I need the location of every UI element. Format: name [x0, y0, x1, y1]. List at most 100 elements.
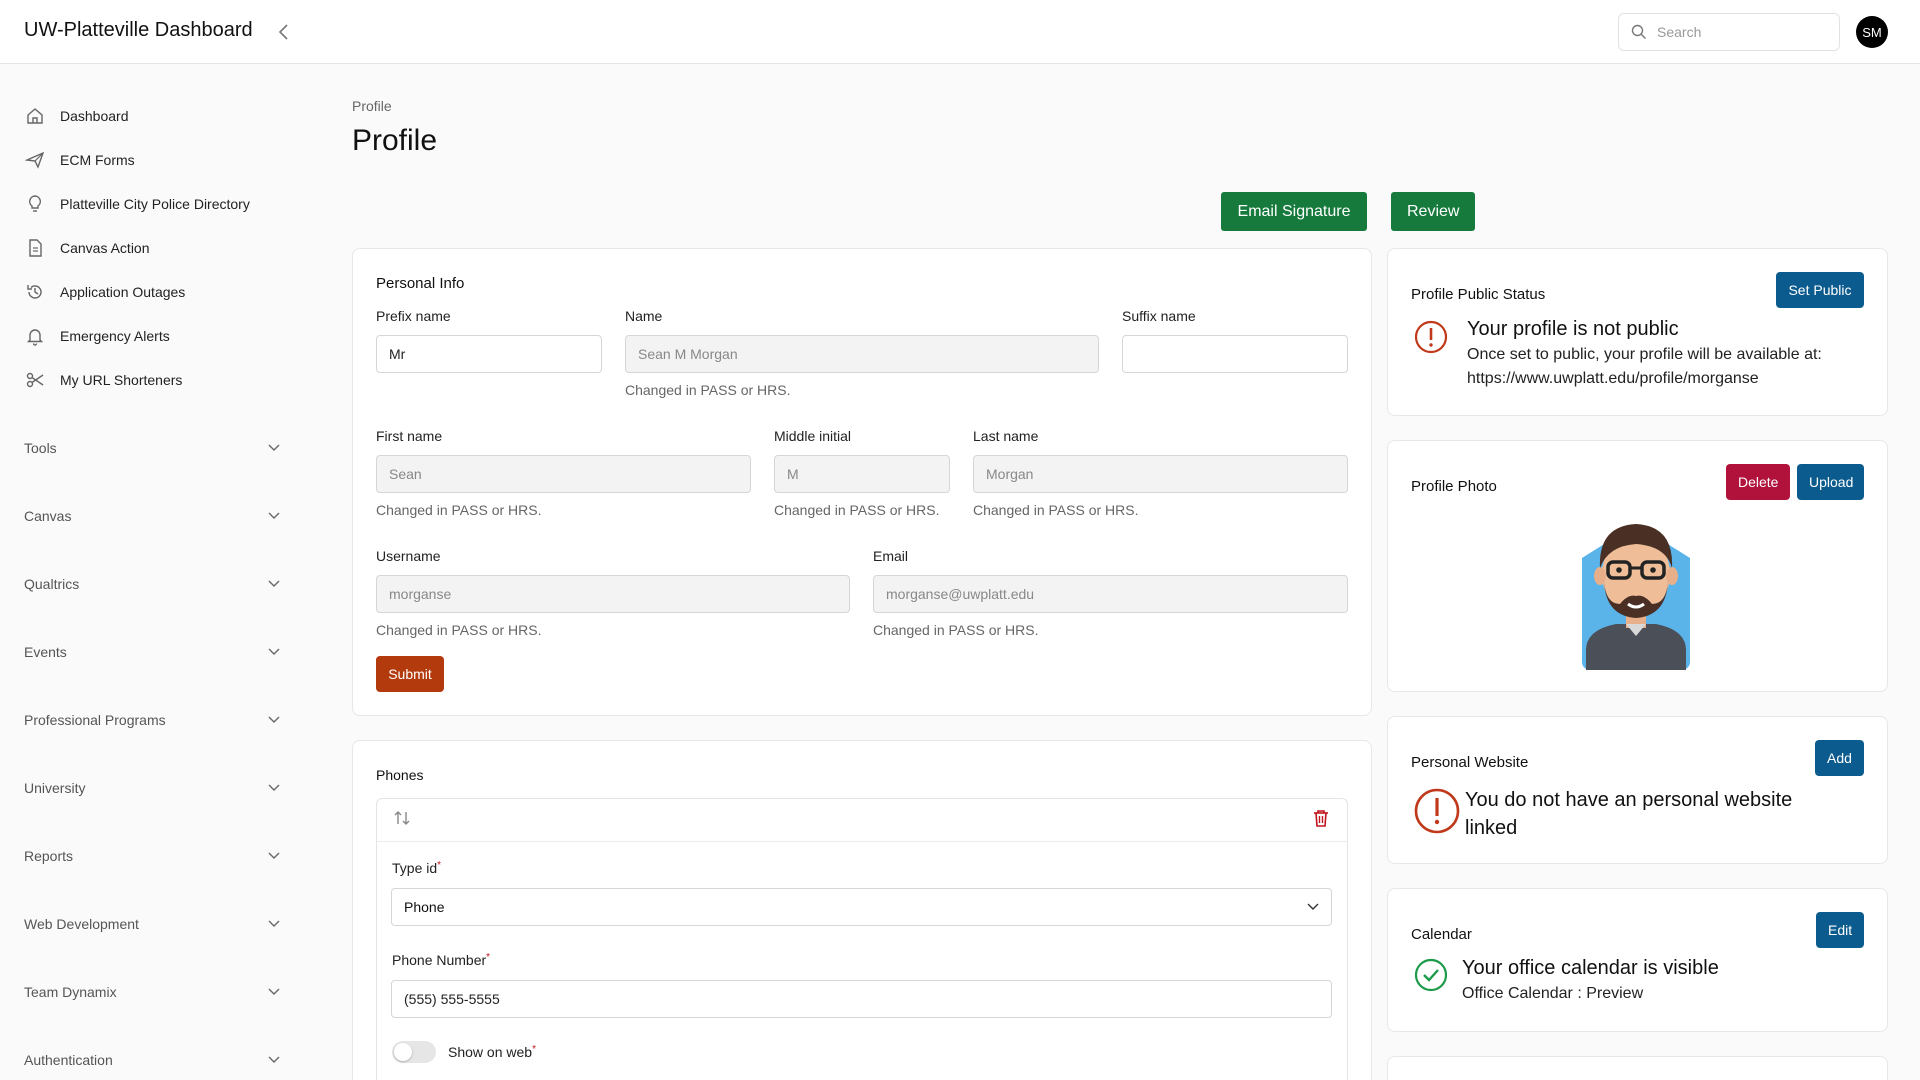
type-id-value: Phone	[404, 899, 445, 915]
email-helper: Changed in PASS or HRS.	[873, 622, 1039, 638]
sidebar-item-ecm-forms[interactable]: ECM Forms	[24, 146, 135, 174]
warning-icon	[1414, 320, 1448, 357]
warning-icon	[1414, 788, 1460, 837]
sidebar-group-events[interactable]: Events	[24, 637, 280, 667]
search-box[interactable]	[1618, 13, 1840, 51]
user-avatar[interactable]: SM	[1856, 16, 1888, 48]
sidebar-group-qualtrics[interactable]: Qualtrics	[24, 569, 280, 599]
personal-info-title: Personal Info	[376, 275, 465, 292]
personal-website-message-line: You do not have an personal website	[1465, 789, 1793, 811]
chevron-down-icon	[268, 512, 280, 519]
chevron-left-icon	[278, 24, 288, 40]
collapse-sidebar-button[interactable]	[272, 20, 296, 44]
search-icon	[1631, 24, 1646, 39]
required-marker: *	[486, 952, 491, 963]
edit-calendar-button[interactable]: Edit	[1816, 912, 1864, 948]
breadcrumb[interactable]: Profile	[352, 98, 392, 114]
search-input[interactable]	[1657, 24, 1817, 40]
suffix-input[interactable]	[1122, 335, 1348, 373]
chevron-down-icon	[268, 784, 280, 791]
name-input	[625, 335, 1099, 373]
public-status-message: Once set to public, your profile will be…	[1467, 346, 1822, 363]
public-profile-url[interactable]: https://www.uwplatt.edu/profile/morganse	[1467, 366, 1759, 392]
sidebar-item-label: ECM Forms	[60, 152, 135, 168]
phones-title: Phones	[376, 767, 424, 783]
required-marker: *	[437, 860, 442, 871]
profile-avatar-image	[1578, 512, 1694, 673]
sidebar-group-canvas[interactable]: Canvas	[24, 501, 280, 531]
sidebar-group-label: Authentication	[24, 1052, 113, 1068]
middle-initial-input	[774, 455, 950, 493]
delete-phone-icon[interactable]	[1312, 808, 1330, 831]
lightbulb-icon	[24, 193, 46, 215]
sidebar-item-dashboard[interactable]: Dashboard	[24, 102, 129, 130]
sidebar-group-professional-programs[interactable]: Professional Programs	[24, 705, 280, 735]
first-name-label: First name	[376, 428, 443, 444]
chevron-down-icon	[268, 1056, 280, 1063]
first-name-helper: Changed in PASS or HRS.	[376, 502, 542, 518]
prefix-label: Prefix name	[376, 308, 451, 324]
app-title[interactable]: UW-Platteville Dashboard	[24, 19, 253, 42]
phone-number-label-text: Phone Number	[392, 952, 487, 968]
sidebar-group-label: Events	[24, 644, 67, 660]
sidebar-group-tools[interactable]: Tools	[24, 433, 280, 463]
sidebar-group-label: Professional Programs	[24, 712, 166, 728]
plane-icon	[24, 149, 46, 171]
type-id-select[interactable]: Phone	[391, 888, 1332, 926]
sidebar-item-label: Application Outages	[60, 284, 186, 300]
upload-photo-button[interactable]: Upload	[1797, 464, 1864, 500]
delete-photo-button[interactable]: Delete	[1726, 464, 1790, 500]
middle-initial-label: Middle initial	[774, 428, 852, 444]
sidebar-group-label: Qualtrics	[24, 576, 80, 592]
sidebar-item-label: Canvas Action	[60, 240, 150, 256]
chevron-down-icon	[268, 444, 280, 451]
personal-website-title: Personal Website	[1411, 754, 1529, 771]
phone-number-input[interactable]	[391, 980, 1332, 1018]
email-input	[873, 575, 1348, 613]
review-button[interactable]: Review	[1391, 192, 1475, 231]
chevron-down-icon	[268, 852, 280, 859]
sidebar-item-label: Platteville City Police Directory	[60, 196, 250, 212]
chevron-down-icon	[1307, 903, 1319, 910]
sidebar-group-web-development[interactable]: Web Development	[24, 909, 280, 939]
last-name-input	[973, 455, 1348, 493]
sidebar-item-url-shorteners[interactable]: My URL Shorteners	[24, 366, 182, 394]
next-card	[1387, 1056, 1888, 1080]
phone-number-label: Phone Number*	[392, 952, 490, 968]
email-label: Email	[873, 548, 909, 564]
sidebar-group-authentication[interactable]: Authentication	[24, 1045, 280, 1075]
sidebar-item-emergency-alerts[interactable]: Emergency Alerts	[24, 322, 170, 350]
calendar-status-heading: Your office calendar is visible	[1462, 957, 1719, 979]
prefix-input[interactable]	[376, 335, 602, 373]
scissors-icon	[24, 369, 46, 391]
set-public-button[interactable]: Set Public	[1776, 272, 1864, 308]
show-on-web-toggle[interactable]	[392, 1041, 436, 1063]
sidebar-item-label: My URL Shorteners	[60, 372, 183, 388]
name-helper: Changed in PASS or HRS.	[625, 382, 791, 398]
sidebar-item-canvas-action[interactable]: Canvas Action	[24, 234, 150, 262]
sidebar-group-university[interactable]: University	[24, 773, 280, 803]
sidebar-group-team-dynamix[interactable]: Team Dynamix	[24, 977, 280, 1007]
sidebar-item-label: Emergency Alerts	[60, 328, 170, 344]
email-signature-button[interactable]: Email Signature	[1221, 192, 1367, 231]
sidebar-item-application-outages[interactable]: Application Outages	[24, 278, 185, 306]
sidebar-group-label: Tools	[24, 440, 57, 456]
name-label: Name	[625, 308, 663, 324]
sidebar-group-reports[interactable]: Reports	[24, 841, 280, 871]
type-id-label-text: Type id	[392, 860, 438, 876]
sidebar-item-police-directory[interactable]: Platteville City Police Directory	[24, 190, 250, 218]
reorder-icon[interactable]	[392, 808, 412, 831]
check-circle-icon	[1414, 958, 1448, 995]
chevron-down-icon	[268, 988, 280, 995]
page-title: Profile	[352, 124, 438, 157]
type-id-label: Type id*	[392, 860, 441, 876]
username-label: Username	[376, 548, 441, 564]
submit-button[interactable]: Submit	[376, 656, 444, 692]
add-website-button[interactable]: Add	[1815, 740, 1864, 776]
personal-website-message-line: linked	[1465, 817, 1518, 839]
last-name-label: Last name	[973, 428, 1039, 444]
phone-entry-toolbar	[377, 799, 1347, 842]
show-on-web-label: Show on web*	[448, 1044, 536, 1060]
chevron-down-icon	[268, 580, 280, 587]
sidebar-item-label: Dashboard	[60, 108, 129, 124]
